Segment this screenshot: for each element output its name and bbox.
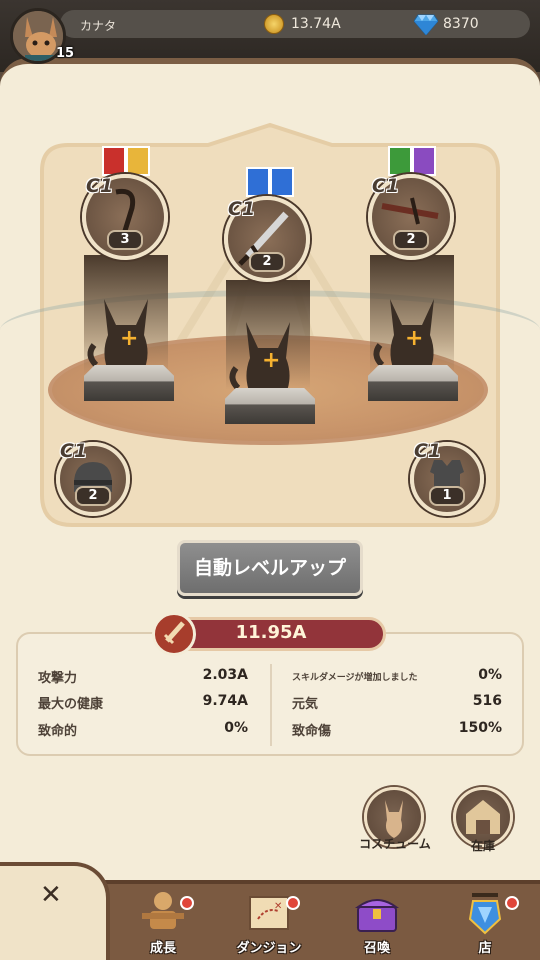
costume-label: コスチューム: [359, 837, 431, 851]
notification-dot: [505, 896, 519, 910]
nav-summon[interactable]: 召喚: [342, 885, 412, 960]
grade-label: C1: [228, 198, 256, 220]
stat-crit-value: 0%: [224, 720, 248, 736]
svg-text:✕: ✕: [274, 901, 282, 912]
stat-skill-dmg-value: 0%: [478, 667, 502, 683]
weapon-type-tag: [270, 167, 294, 197]
grade-label: C1: [372, 175, 400, 197]
grade-label: C1: [86, 175, 114, 197]
shop-sign-icon: [468, 893, 502, 935]
sword-power-icon: [152, 612, 196, 656]
plus-icon: +: [405, 326, 424, 351]
weapon-type-tag: [126, 146, 150, 176]
notification-dot: [180, 896, 194, 910]
gold-coin-icon: [264, 14, 284, 34]
stats-divider: [270, 664, 272, 746]
gem-amount: 8370: [443, 16, 479, 32]
item-count: 1: [429, 486, 465, 506]
stat-maxhp-label: 最大の健康: [38, 697, 104, 712]
notification-dot: [286, 896, 300, 910]
stat-vitality-label: 元気: [292, 697, 319, 712]
stat-critdmg-value: 150%: [458, 720, 502, 736]
player-name: カナタ: [80, 19, 117, 33]
auto-level-up-button[interactable]: 自動レベルアップ: [177, 540, 363, 596]
storage-label: 在庫: [470, 839, 495, 853]
pedestal: [225, 388, 315, 424]
stat-attack-label: 攻撃力: [38, 671, 78, 686]
stat-attack-value: 2.03A: [202, 667, 248, 683]
grade-label: C1: [60, 440, 88, 462]
close-tab[interactable]: [0, 862, 110, 960]
stat-critdmg-label: 致命傷: [292, 724, 332, 739]
pedestal: [368, 365, 458, 401]
plus-icon: +: [262, 348, 281, 373]
item-count: 2: [393, 230, 429, 250]
stat-crit-label: 致命的: [38, 724, 78, 739]
combat-power: 11.95A: [235, 622, 307, 643]
weapon-type-tag: [388, 146, 412, 176]
close-icon[interactable]: ✕: [40, 880, 62, 910]
nav-shop-label: 店: [478, 941, 492, 956]
nav-dungeon-label: ダンジョン: [236, 941, 302, 956]
weapon-type-tag: [412, 146, 436, 176]
diamond-icon: [414, 14, 438, 35]
treasure-chest-icon: [354, 899, 400, 932]
stat-maxhp-value: 9.74A: [202, 693, 248, 709]
nav-growth-label: 成長: [149, 941, 176, 956]
item-count: 3: [107, 230, 143, 250]
gold-amount: 13.74A: [291, 16, 341, 32]
map-scroll-icon: ✕: [249, 896, 289, 930]
training-dummy-icon: [142, 892, 184, 929]
stat-skill-dmg-label: スキルダメージが増加しました: [292, 673, 418, 683]
item-count: 2: [75, 486, 111, 506]
pedestal: [84, 365, 174, 401]
nav-summon-label: 召喚: [363, 941, 390, 956]
weapon-type-tag: [246, 167, 270, 197]
stat-vitality-value: 516: [472, 693, 502, 709]
weapon-type-tag: [102, 146, 126, 176]
player-level: 15: [56, 46, 75, 61]
plus-icon: +: [120, 326, 139, 351]
item-count: 2: [249, 252, 285, 272]
grade-label: C1: [414, 440, 442, 462]
